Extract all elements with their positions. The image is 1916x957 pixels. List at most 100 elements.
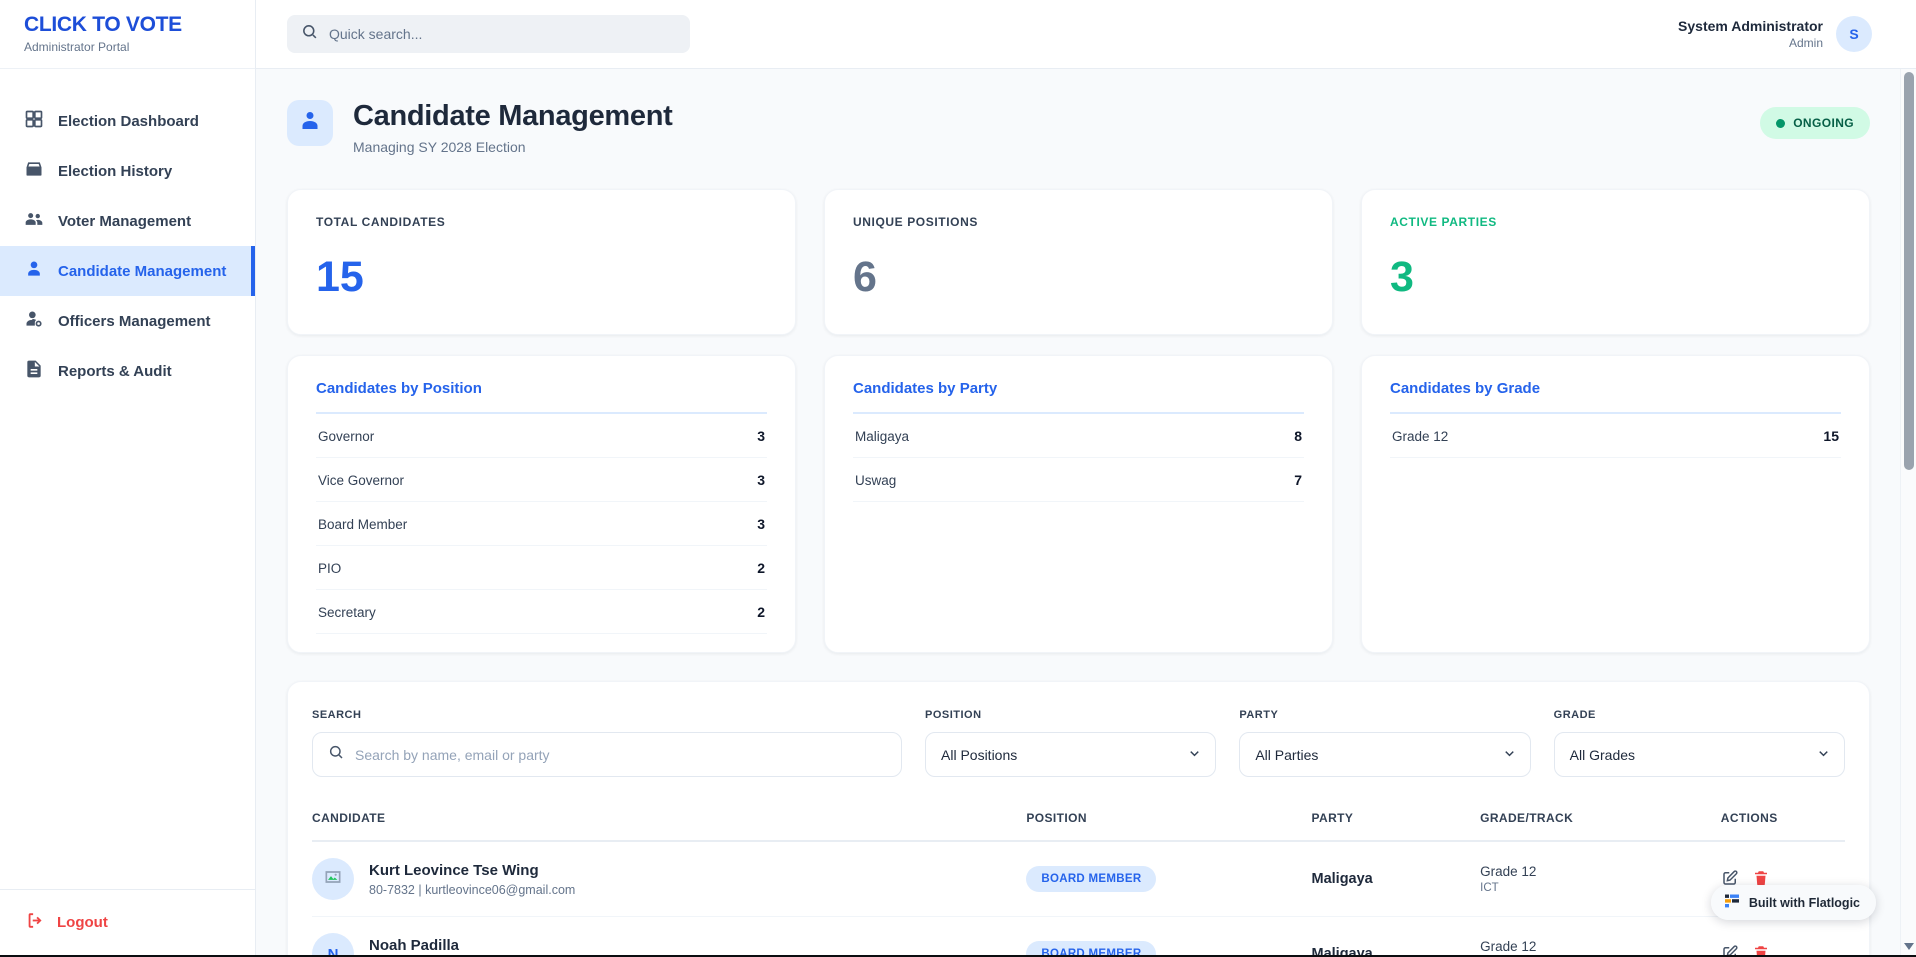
candidate-person-icon xyxy=(298,109,322,138)
position-badge: BOARD MEMBER xyxy=(1026,941,1156,955)
scrollbar-thumb[interactable] xyxy=(1904,72,1914,470)
built-with-flatlogic-badge[interactable]: Built with Flatlogic xyxy=(1711,885,1876,920)
column-header-candidate: CANDIDATE xyxy=(312,811,1026,825)
chevron-down-icon xyxy=(1187,746,1202,764)
officer-person-icon xyxy=(24,309,44,333)
track-value: ICT xyxy=(1480,882,1721,894)
row-label: Governor xyxy=(318,429,374,444)
row-value: 2 xyxy=(757,604,765,620)
status-badge: ONGOING xyxy=(1760,107,1870,139)
sidebar-item-reports-audit[interactable]: Reports & Audit xyxy=(0,346,255,396)
sidebar-item-officers-management[interactable]: Officers Management xyxy=(0,296,255,346)
grade-track-cell: Grade 12 ICT xyxy=(1480,864,1721,894)
filter-search: SEARCH xyxy=(312,709,902,777)
stat-value: 6 xyxy=(853,253,1304,302)
filter-position: POSITION All Positions xyxy=(925,709,1216,777)
sidebar-nav: Election Dashboard Election History Vote… xyxy=(0,69,255,889)
status-label: ONGOING xyxy=(1793,116,1854,130)
page-subtitle: Managing SY 2028 Election xyxy=(353,139,673,155)
breakdown-row: Governor 3 xyxy=(316,414,767,458)
page-titles: Candidate Management Managing SY 2028 El… xyxy=(353,100,673,155)
sidebar-item-voter-management[interactable]: Voter Management xyxy=(0,196,255,246)
row-label: Board Member xyxy=(318,517,407,532)
search-field xyxy=(312,732,902,777)
quick-search-input[interactable] xyxy=(329,26,676,42)
column-header-grade-track: GRADE/TRACK xyxy=(1480,811,1721,825)
sidebar-item-label: Election History xyxy=(58,163,172,180)
vertical-scrollbar xyxy=(1900,69,1916,955)
stat-value: 3 xyxy=(1390,253,1841,302)
row-value: 3 xyxy=(757,472,765,488)
stat-card-total-candidates: TOTAL CANDIDATES 15 xyxy=(287,189,796,335)
user-role: Admin xyxy=(1678,36,1823,50)
search-icon xyxy=(301,23,318,45)
breakdowns-row: Candidates by Position Governor 3 Vice G… xyxy=(287,355,1870,653)
app-window: CLICK TO VOTE Administrator Portal Elect… xyxy=(0,0,1916,955)
sidebar-item-candidate-management[interactable]: Candidate Management xyxy=(0,246,255,296)
chevron-down-icon xyxy=(1816,746,1831,764)
broken-image-icon xyxy=(323,867,343,891)
user-meta: System Administrator Admin xyxy=(1678,18,1823,50)
filter-grade: GRADE All Grades xyxy=(1554,709,1845,777)
sidebar-item-label: Election Dashboard xyxy=(58,113,199,130)
trash-icon xyxy=(1752,944,1770,956)
edit-pencil-icon xyxy=(1721,944,1739,956)
candidate-page-icon-badge xyxy=(287,100,333,146)
breakdown-row: Maligaya 8 xyxy=(853,414,1304,458)
sidebar-item-election-dashboard[interactable]: Election Dashboard xyxy=(0,96,255,146)
grade-value: Grade 12 xyxy=(1480,864,1721,879)
candidate-avatar xyxy=(312,858,354,900)
row-label: Uswag xyxy=(855,473,896,488)
logout-button[interactable]: Logout xyxy=(0,889,255,955)
candidate-person-icon xyxy=(24,259,44,283)
stats-row: TOTAL CANDIDATES 15 UNIQUE POSITIONS 6 A… xyxy=(287,189,1870,335)
delete-candidate-button[interactable] xyxy=(1752,944,1770,956)
candidate-identity: Kurt Leovince Tse Wing 80-7832 | kurtleo… xyxy=(369,862,575,897)
candidate-contact: 80-7832 | kurtleovince06@gmail.com xyxy=(369,883,575,897)
row-value: 2 xyxy=(757,560,765,576)
position-badge: BOARD MEMBER xyxy=(1026,866,1156,892)
stat-label: TOTAL CANDIDATES xyxy=(316,215,767,229)
stat-card-active-parties: ACTIVE PARTIES 3 xyxy=(1361,189,1870,335)
breakdown-row: Secretary 2 xyxy=(316,590,767,634)
column-header-position: POSITION xyxy=(1026,811,1311,825)
actions-cell xyxy=(1721,944,1845,956)
scrollbar-down-arrow[interactable] xyxy=(1904,943,1914,950)
filters-row: SEARCH POSITION All Positions xyxy=(312,709,1845,777)
user-menu[interactable]: System Administrator Admin S xyxy=(1678,16,1872,52)
page-title: Candidate Management xyxy=(353,100,673,133)
content-column: System Administrator Admin S Candidate M… xyxy=(256,0,1916,955)
sidebar-item-label: Reports & Audit xyxy=(58,363,172,380)
logout-icon xyxy=(26,911,45,934)
avatar[interactable]: S xyxy=(1836,16,1872,52)
stat-value: 15 xyxy=(316,253,767,302)
flatlogic-badge-label: Built with Flatlogic xyxy=(1749,896,1860,910)
sidebar-item-label: Voter Management xyxy=(58,213,191,230)
candidate-avatar: N xyxy=(312,933,354,955)
main-content: Candidate Management Managing SY 2028 El… xyxy=(256,69,1916,955)
user-name: System Administrator xyxy=(1678,18,1823,34)
position-select[interactable]: All Positions xyxy=(925,732,1216,777)
row-label: Vice Governor xyxy=(318,473,404,488)
row-value: 3 xyxy=(757,516,765,532)
row-value: 8 xyxy=(1294,428,1302,444)
card-title: Candidates by Grade xyxy=(1390,380,1841,397)
candidate-cell: N Noah Padilla 77-4692 | noahpadilla13@g… xyxy=(312,933,1026,955)
stat-label: ACTIVE PARTIES xyxy=(1390,215,1841,229)
candidate-search-input[interactable] xyxy=(355,747,886,763)
table-row: N Noah Padilla 77-4692 | noahpadilla13@g… xyxy=(312,917,1845,955)
card-title: Candidates by Position xyxy=(316,380,767,397)
filter-party: PARTY All Parties xyxy=(1239,709,1530,777)
flatlogic-logo-icon xyxy=(1724,893,1740,912)
party-select[interactable]: All Parties xyxy=(1239,732,1530,777)
candidate-identity: Noah Padilla 77-4692 | noahpadilla13@gma… xyxy=(369,937,573,956)
breakdown-row: PIO 2 xyxy=(316,546,767,590)
column-header-actions: ACTIONS xyxy=(1721,811,1845,825)
grade-select[interactable]: All Grades xyxy=(1554,732,1845,777)
grade-track-cell: Grade 12 ICT xyxy=(1480,939,1721,955)
sidebar-item-election-history[interactable]: Election History xyxy=(0,146,255,196)
edit-candidate-button[interactable] xyxy=(1721,944,1739,956)
candidate-name: Kurt Leovince Tse Wing xyxy=(369,862,575,879)
table-header: CANDIDATE POSITION PARTY GRADE/TRACK ACT… xyxy=(312,807,1845,842)
breakdown-row: Board Member 3 xyxy=(316,502,767,546)
